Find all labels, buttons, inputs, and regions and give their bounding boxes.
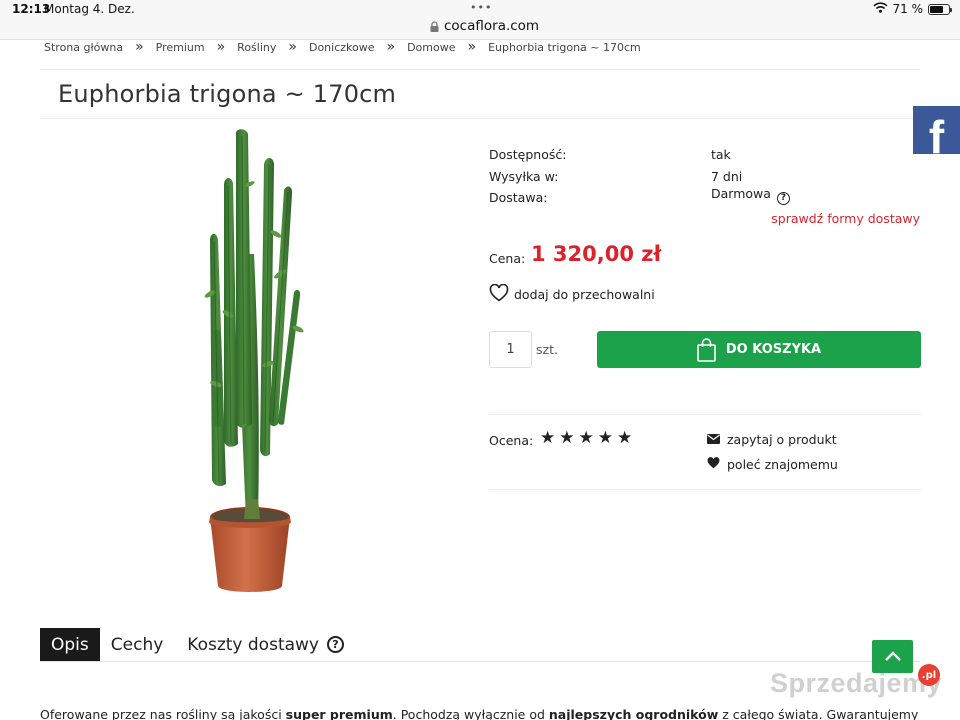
ask-about-product-link[interactable]: zapytaj o produkt: [707, 432, 837, 447]
recommend-to-friend-label: poleć znajomemu: [727, 457, 838, 472]
tab-koszty-dostawy-label: Koszty dostawy: [187, 634, 319, 655]
divider: [489, 489, 921, 490]
tab-cechy[interactable]: Cechy: [111, 628, 164, 661]
description-bold: super premium: [285, 707, 393, 720]
heart-icon: [707, 457, 720, 472]
shipping-value: 7 dni: [711, 169, 743, 184]
delivery-value-wrap: Darmowa?: [711, 186, 790, 205]
breadcrumb-doniczkowe[interactable]: Doniczkowe: [309, 41, 375, 54]
price-value: 1 320,00 zł: [531, 242, 662, 266]
star-icon[interactable]: ★: [559, 430, 574, 447]
quantity-input[interactable]: [489, 331, 532, 368]
breadcrumb-separator: »: [386, 39, 396, 55]
breadcrumb: Strona główna » Premium » Rośliny » Doni…: [44, 38, 641, 56]
quantity-unit: szt.: [536, 342, 558, 357]
divider: [40, 69, 920, 70]
availability-label: Dostępność:: [489, 147, 567, 162]
battery-percent: 71 %: [892, 2, 924, 16]
heart-outline-icon: [489, 283, 509, 305]
watermark: Sprzedajemy: [770, 668, 943, 698]
help-icon[interactable]: ?: [327, 636, 344, 653]
url-text: cocaflora.com: [444, 18, 540, 34]
facebook-icon: f: [928, 111, 945, 154]
rating-label: Ocena:: [489, 433, 534, 448]
star-icon[interactable]: ★: [540, 430, 555, 447]
product-description: Oferowane przez nas rośliny są jakości s…: [40, 707, 920, 720]
envelope-icon: [707, 432, 720, 447]
breadcrumb-separator: »: [467, 39, 477, 55]
price-label: Cena:: [489, 251, 526, 266]
description-text: . Pochodzą wyłącznie od: [392, 707, 549, 720]
chevron-up-icon: [884, 647, 902, 666]
more-dots-icon[interactable]: •••: [470, 1, 492, 14]
breadcrumb-separator: »: [135, 39, 144, 55]
breadcrumb-home[interactable]: Strona główna: [44, 41, 123, 54]
facebook-button[interactable]: f: [913, 106, 960, 154]
ask-about-product-label: zapytaj o produkt: [727, 432, 837, 447]
shopping-bag-icon: [697, 337, 716, 362]
delivery-value: Darmowa: [711, 186, 771, 201]
tab-opis[interactable]: Opis: [40, 628, 100, 661]
wishlist-label: dodaj do przechowalni: [514, 287, 655, 302]
wifi-icon: [872, 2, 888, 16]
page-title: Euphorbia trigona ~ 170cm: [58, 80, 397, 108]
add-to-cart-button[interactable]: DO KOSZYKA: [597, 331, 921, 368]
availability-value: tak: [711, 147, 731, 162]
battery-icon: [928, 3, 952, 15]
breadcrumb-domowe[interactable]: Domowe: [407, 41, 455, 54]
browser-status-bar: 12:13 Montag 4. Dez. ••• cocaflora.com 7…: [0, 0, 960, 40]
breadcrumb-separator: »: [216, 39, 226, 55]
description-text: z całego świata. Gwarantujemy najwyższą …: [722, 707, 920, 720]
breadcrumb-separator: »: [288, 39, 297, 55]
watermark-badge: .pl: [918, 664, 940, 686]
breadcrumb-premium[interactable]: Premium: [156, 41, 205, 54]
add-to-wishlist-link[interactable]: dodaj do przechowalni: [489, 283, 655, 305]
rating-stars[interactable]: ★ ★ ★ ★ ★: [540, 430, 632, 447]
star-icon[interactable]: ★: [579, 430, 594, 447]
delivery-label: Dostawa:: [489, 190, 548, 205]
help-icon[interactable]: ?: [776, 192, 790, 205]
description-bold: najlepszych ogrodników: [548, 707, 719, 720]
star-icon[interactable]: ★: [598, 430, 613, 447]
lock-icon: [430, 20, 439, 32]
shipping-label: Wysyłka w:: [489, 169, 559, 184]
breadcrumb-rosliny[interactable]: Rośliny: [237, 41, 276, 54]
address-bar[interactable]: cocaflora.com: [430, 18, 539, 34]
tabs-divider: [40, 661, 920, 662]
status-right: 71 %: [872, 2, 952, 16]
description-text: Oferowane przez nas rośliny są jakości: [40, 707, 286, 720]
star-icon[interactable]: ★: [617, 430, 632, 447]
check-delivery-link[interactable]: sprawdź formy dostawy: [771, 211, 920, 226]
cactus-illustration: [204, 129, 304, 592]
breadcrumb-current[interactable]: Euphorbia trigona ~ 170cm: [488, 41, 641, 54]
status-date: Montag 4. Dez.: [44, 2, 135, 16]
product-tabs: Opis Cechy Koszty dostawy ?: [40, 628, 344, 661]
tab-koszty-dostawy[interactable]: Koszty dostawy ?: [187, 628, 344, 661]
add-to-cart-label: DO KOSZYKA: [725, 342, 822, 357]
divider: [40, 118, 920, 119]
recommend-to-friend-link[interactable]: poleć znajomemu: [707, 457, 838, 472]
divider: [489, 414, 921, 415]
product-image[interactable]: [180, 124, 330, 600]
